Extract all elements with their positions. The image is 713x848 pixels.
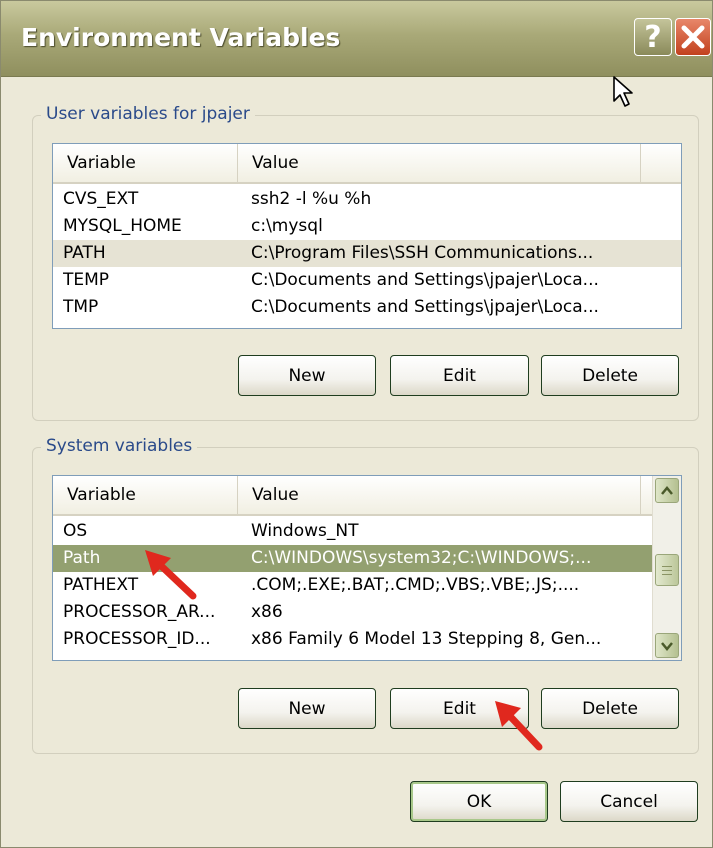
user-edit-button[interactable]: Edit bbox=[390, 355, 529, 396]
scroll-down-button[interactable] bbox=[655, 633, 679, 658]
table-row[interactable]: TMP C:\Documents and Settings\jpajer\Loc… bbox=[53, 294, 681, 321]
column-header-value[interactable]: Value bbox=[238, 476, 641, 514]
table-row-selected[interactable]: PATH C:\Program Files\SSH Communications… bbox=[53, 240, 681, 267]
variable-cell: PROCESSOR_AR... bbox=[63, 602, 216, 622]
value-cell: C:\Documents and Settings\jpajer\Loca... bbox=[251, 297, 599, 317]
grip-line bbox=[662, 570, 672, 571]
vertical-scrollbar[interactable] bbox=[652, 476, 681, 660]
variable-cell: TMP bbox=[63, 297, 99, 317]
system-variables-group: System variables Variable Value OS Windo… bbox=[32, 436, 699, 754]
column-header-variable[interactable]: Variable bbox=[53, 476, 238, 514]
variable-cell: Path bbox=[63, 548, 101, 568]
column-header-variable[interactable]: Variable bbox=[53, 144, 238, 182]
table-row[interactable]: PROCESSOR_ID... x86 Family 6 Model 13 St… bbox=[53, 626, 653, 653]
user-variables-group: User variables for jpajer Variable Value… bbox=[32, 104, 699, 421]
value-cell: Windows_NT bbox=[251, 521, 359, 541]
variable-cell: MYSQL_HOME bbox=[63, 216, 182, 236]
ok-button[interactable]: OK bbox=[410, 781, 548, 822]
table-row[interactable]: OS Windows_NT bbox=[53, 518, 653, 545]
variable-cell: PATH bbox=[63, 243, 106, 263]
window-title: Environment Variables bbox=[21, 23, 341, 52]
user-variables-legend: User variables for jpajer bbox=[41, 104, 255, 124]
list-header: Variable Value bbox=[53, 476, 653, 516]
value-cell: C:\WINDOWS\system32;C:\WINDOWS;... bbox=[251, 548, 592, 568]
system-new-button[interactable]: New bbox=[238, 688, 376, 729]
user-variables-list[interactable]: Variable Value CVS_EXT ssh2 -l %u %h MYS… bbox=[52, 143, 682, 329]
value-cell: C:\Documents and Settings\jpajer\Loca... bbox=[251, 270, 599, 290]
value-cell: ssh2 -l %u %h bbox=[251, 189, 372, 209]
chevron-up-icon bbox=[661, 485, 673, 495]
grip-line bbox=[662, 574, 672, 575]
table-row[interactable]: PROCESSOR_AR... x86 bbox=[53, 599, 653, 626]
user-delete-button[interactable]: Delete bbox=[541, 355, 679, 396]
help-icon: ? bbox=[644, 19, 662, 55]
system-edit-button[interactable]: Edit bbox=[390, 688, 529, 729]
mouse-pointer-icon bbox=[613, 76, 633, 107]
scroll-up-button[interactable] bbox=[655, 478, 679, 503]
list-header: Variable Value bbox=[53, 144, 681, 184]
table-row[interactable]: MYSQL_HOME c:\mysql bbox=[53, 213, 681, 240]
system-variables-list[interactable]: Variable Value OS Windows_NT Path C:\WIN… bbox=[52, 475, 682, 661]
variable-cell: OS bbox=[63, 521, 88, 541]
grip-line bbox=[662, 566, 672, 567]
value-cell: x86 bbox=[251, 602, 283, 622]
variable-cell: PROCESSOR_ID... bbox=[63, 629, 211, 649]
variable-cell: TEMP bbox=[63, 270, 110, 290]
variable-cell: CVS_EXT bbox=[63, 189, 139, 209]
system-variables-legend: System variables bbox=[41, 436, 198, 456]
environment-variables-dialog: Environment Variables ? User variables f… bbox=[0, 0, 713, 848]
table-row[interactable]: CVS_EXT ssh2 -l %u %h bbox=[53, 186, 681, 213]
system-delete-button[interactable]: Delete bbox=[541, 688, 679, 729]
title-bar[interactable]: Environment Variables ? bbox=[1, 1, 712, 77]
chevron-down-icon bbox=[661, 641, 673, 651]
close-icon bbox=[681, 25, 705, 49]
column-header-value[interactable]: Value bbox=[238, 144, 641, 182]
value-cell: .COM;.EXE;.BAT;.CMD;.VBS;.VBE;.JS;.... bbox=[251, 575, 580, 595]
table-row[interactable]: TEMP C:\Documents and Settings\jpajer\Lo… bbox=[53, 267, 681, 294]
cancel-button[interactable]: Cancel bbox=[560, 781, 698, 822]
scroll-thumb[interactable] bbox=[655, 554, 679, 586]
variable-cell: PATHEXT bbox=[63, 575, 139, 595]
value-cell: x86 Family 6 Model 13 Stepping 8, Gen... bbox=[251, 629, 602, 649]
value-cell: C:\Program Files\SSH Communications... bbox=[251, 243, 594, 263]
help-button[interactable]: ? bbox=[634, 18, 672, 56]
close-button[interactable] bbox=[675, 18, 711, 56]
value-cell: c:\mysql bbox=[251, 216, 323, 236]
user-new-button[interactable]: New bbox=[238, 355, 376, 396]
table-row-selected[interactable]: Path C:\WINDOWS\system32;C:\WINDOWS;... bbox=[53, 545, 653, 572]
table-row[interactable]: PATHEXT .COM;.EXE;.BAT;.CMD;.VBS;.VBE;.J… bbox=[53, 572, 653, 599]
